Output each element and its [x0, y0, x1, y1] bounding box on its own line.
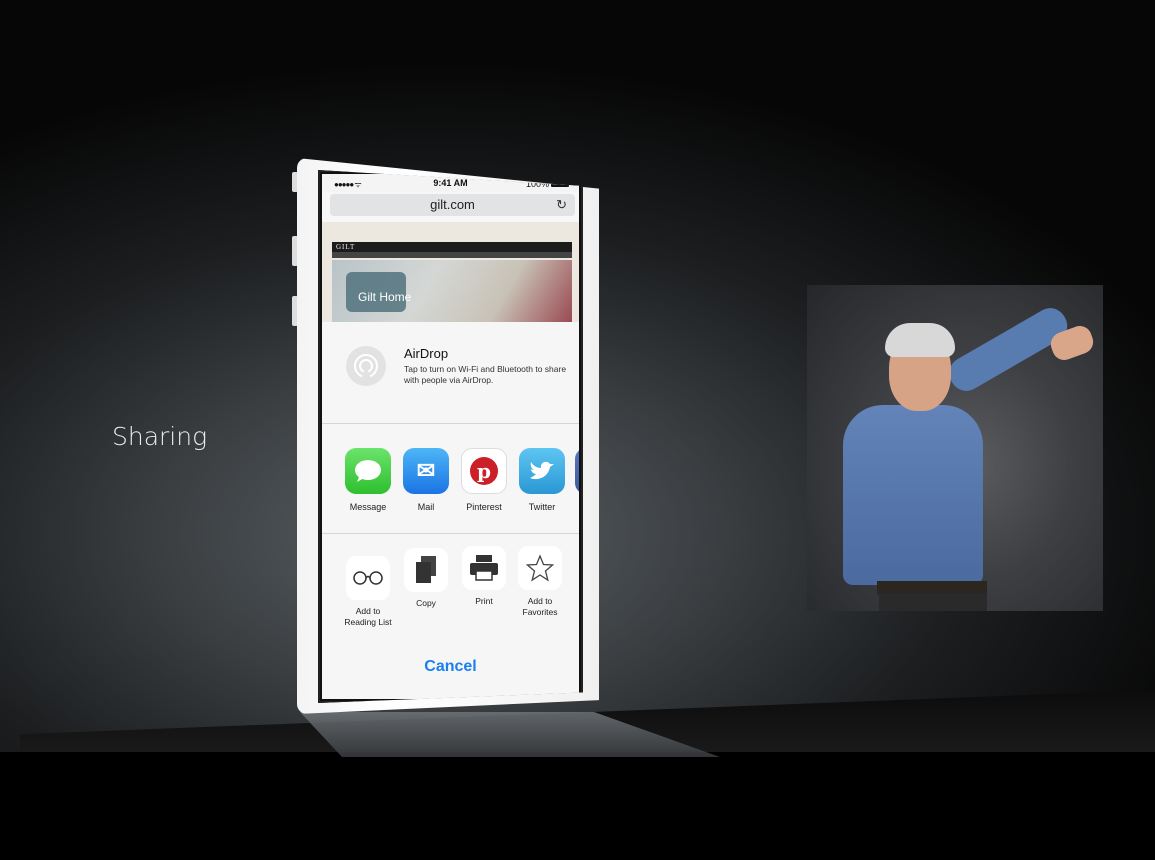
- share-app-message[interactable]: Message: [340, 448, 396, 512]
- share-app-twitter[interactable]: Twitter: [514, 448, 570, 512]
- slide-title: Sharing: [112, 422, 208, 451]
- mail-icon: ✉: [403, 448, 449, 494]
- share-app-pinterest[interactable]: p Pinterest: [456, 448, 512, 512]
- presenter-hair: [885, 323, 955, 357]
- action-copy[interactable]: Copy: [398, 548, 454, 609]
- share-app-label: Fa: [570, 502, 579, 512]
- pinterest-icon: p: [461, 448, 507, 494]
- action-label: Add to Favorites: [522, 596, 558, 617]
- share-apps-row: Message ✉ Mail p Pinterest Twitter: [322, 434, 579, 534]
- share-app-label: Pinterest: [466, 502, 502, 512]
- copy-icon: [404, 548, 448, 592]
- glasses-icon: [346, 556, 390, 600]
- share-sheet: AirDrop Tap to turn on Wi-Fi and Bluetoo…: [322, 322, 579, 699]
- airdrop-icon: [346, 346, 386, 386]
- action-label: Copy: [416, 598, 436, 608]
- webpage-content: GILT Gilt Home: [322, 222, 579, 322]
- gilt-nav-bar: [332, 252, 572, 258]
- airdrop-title: AirDrop: [404, 346, 449, 361]
- star-icon: [518, 546, 562, 590]
- letterbox-bottom: [0, 752, 1155, 860]
- presenter-pants: [879, 593, 987, 611]
- share-actions-row: Add to Reading List Copy Print Add to Fa…: [322, 544, 579, 659]
- share-app-label: Mail: [417, 502, 435, 512]
- reload-icon[interactable]: ↻: [556, 194, 567, 216]
- share-app-label: Twitter: [528, 502, 556, 512]
- facebook-icon: f: [575, 448, 579, 494]
- message-icon: [345, 448, 391, 494]
- share-app-facebook[interactable]: f Fa: [570, 448, 579, 512]
- gilt-logo: GILT: [332, 242, 572, 252]
- svg-text:p: p: [477, 459, 491, 483]
- action-add-to-favorites[interactable]: Add to Favorites: [512, 546, 568, 618]
- action-add-to-reading-list[interactable]: Add to Reading List: [340, 556, 396, 628]
- action-label: Print: [475, 596, 493, 606]
- presenter-shirt: [843, 405, 983, 585]
- address-bar[interactable]: gilt.com ↻: [330, 194, 575, 216]
- airdrop-section[interactable]: AirDrop Tap to turn on Wi-Fi and Bluetoo…: [322, 322, 579, 424]
- share-app-mail[interactable]: ✉ Mail: [398, 448, 454, 512]
- printer-icon: [462, 546, 506, 590]
- airdrop-description: Tap to turn on Wi-Fi and Bluetooth to sh…: [404, 364, 567, 385]
- presenter-video: [807, 285, 1103, 611]
- cancel-button[interactable]: Cancel: [322, 658, 579, 676]
- share-app-label: Message: [349, 502, 387, 512]
- hero-text: Gilt Home: [358, 290, 412, 304]
- url-text: gilt.com: [430, 197, 475, 212]
- twitter-icon: [519, 448, 565, 494]
- action-label: Add to Reading List: [344, 606, 392, 627]
- iphone-screen: ●●●●● ᯤ 9:41 AM 100% gilt.com ↻ GILT Gil…: [318, 170, 583, 703]
- action-print[interactable]: Print: [456, 546, 512, 607]
